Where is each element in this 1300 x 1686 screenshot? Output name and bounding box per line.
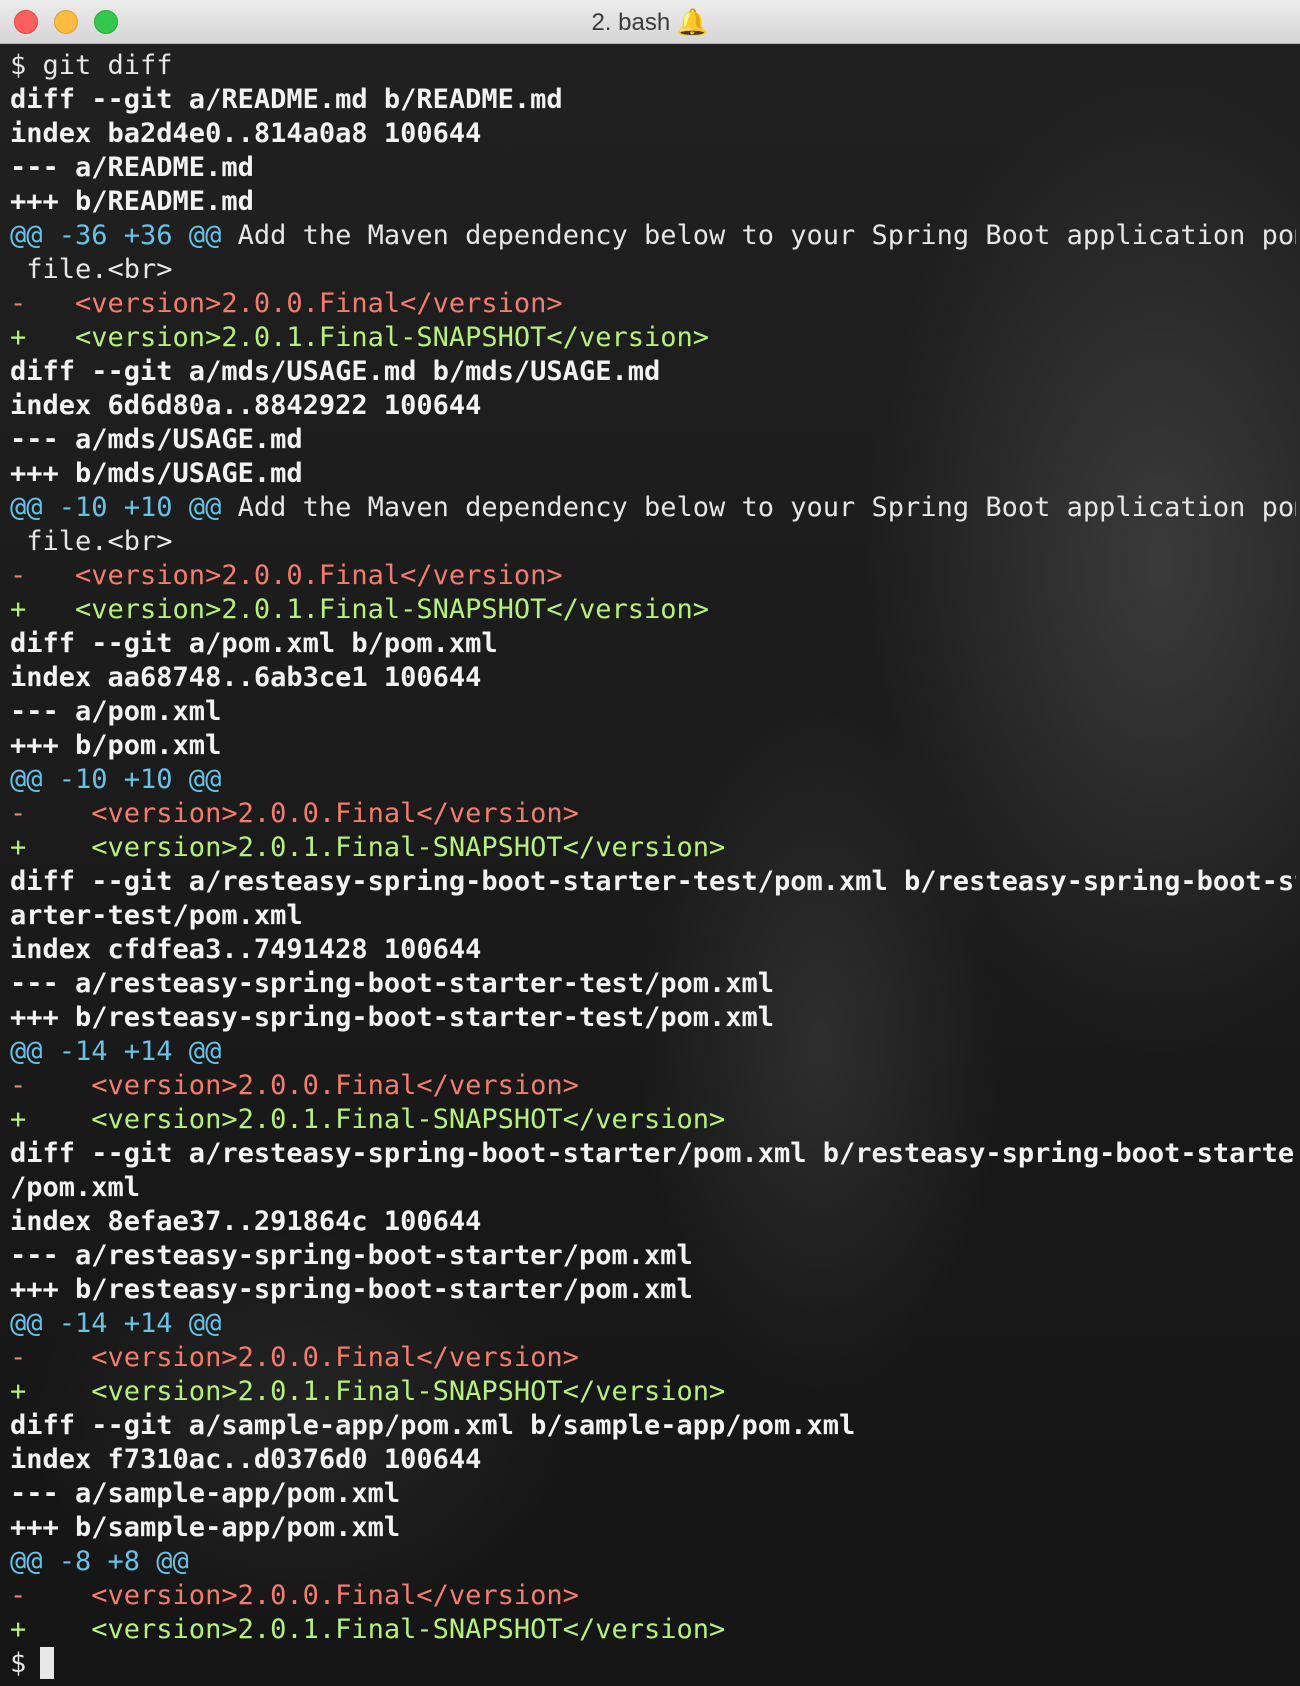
hunk-header-line: @@ -14 +14 @@: [10, 1035, 1296, 1069]
hunk-range: @@ -14 +14 @@: [10, 1036, 222, 1067]
diff-header-line: index 6d6d80a..8842922 100644: [10, 390, 482, 421]
diff-header-line: index ba2d4e0..814a0a8 100644: [10, 118, 482, 149]
diff-header-line: +++ b/README.md: [10, 186, 254, 217]
terminal-output[interactable]: $ git diff diff --git a/README.md b/READM…: [0, 44, 1300, 1686]
diff-header-line: /pom.xml: [10, 1172, 141, 1203]
hunk-context: Add the Maven dependency below to your S…: [221, 492, 1296, 523]
hunk-range: @@ -8 +8 @@: [10, 1546, 189, 1577]
removed-line: - <version>2.0.0.Final</version>: [10, 1342, 579, 1373]
removed-line: - <version>2.0.0.Final</version>: [10, 798, 579, 829]
diff-header-line: diff --git a/sample-app/pom.xml b/sample…: [10, 1410, 856, 1441]
diff-header-line: --- a/sample-app/pom.xml: [10, 1478, 401, 1509]
title-bar[interactable]: 2. bash 🔔: [0, 0, 1300, 44]
diff-header-line: +++ b/mds/USAGE.md: [10, 458, 303, 489]
diff-header-line: --- a/resteasy-spring-boot-starter-test/…: [10, 968, 775, 999]
hunk-header-line: @@ -8 +8 @@: [10, 1545, 1296, 1579]
command-line: $ git diff: [10, 50, 173, 81]
diff-header-line: +++ b/resteasy-spring-boot-starter-test/…: [10, 1002, 775, 1033]
diff-header-line: diff --git a/mds/USAGE.md b/mds/USAGE.md: [10, 356, 661, 387]
diff-header-line: --- a/resteasy-spring-boot-starter/pom.x…: [10, 1240, 693, 1271]
hunk-range: @@ -10 +10 @@: [10, 764, 222, 795]
hunk-header-line: @@ -10 +10 @@: [10, 763, 1296, 797]
diff-header-line: --- a/README.md: [10, 152, 254, 183]
hunk-range: @@ -36 +36 @@: [10, 220, 222, 251]
diff-header-line: diff --git a/pom.xml b/pom.xml: [10, 628, 498, 659]
prompt-symbol: $: [10, 1648, 27, 1679]
terminal-window: 2. bash 🔔 $ git diff diff --git a/README.m…: [0, 0, 1300, 1686]
context-line: file.<br>: [10, 254, 173, 285]
window-title-text: 2. bash: [591, 9, 671, 36]
diff-header-line: +++ b/pom.xml: [10, 730, 222, 761]
diff-header-line: +++ b/sample-app/pom.xml: [10, 1512, 401, 1543]
hunk-range: @@ -14 +14 @@: [10, 1308, 222, 1339]
diff-header-line: +++ b/resteasy-spring-boot-starter/pom.x…: [10, 1274, 693, 1305]
hunk-header-line: @@ -36 +36 @@ Add the Maven dependency b…: [10, 219, 1296, 253]
terminal-lines: $ git diff diff --git a/README.md b/READM…: [10, 49, 1296, 1681]
added-line: + <version>2.0.1.Final-SNAPSHOT</version…: [10, 1104, 726, 1135]
added-line: + <version>2.0.1.Final-SNAPSHOT</version…: [10, 594, 709, 625]
diff-header-line: diff --git a/resteasy-spring-boot-starte…: [10, 866, 1296, 897]
context-line: file.<br>: [10, 526, 173, 557]
diff-header-line: arter-test/pom.xml: [10, 900, 303, 931]
added-line: + <version>2.0.1.Final-SNAPSHOT</version…: [10, 322, 709, 353]
hunk-header-line: @@ -14 +14 @@: [10, 1307, 1296, 1341]
bell-icon: 🔔: [676, 7, 709, 37]
diff-header-line: diff --git a/README.md b/README.md: [10, 84, 563, 115]
added-line: + <version>2.0.1.Final-SNAPSHOT</version…: [10, 1614, 726, 1645]
removed-line: - <version>2.0.0.Final</version>: [10, 560, 563, 591]
diff-header-line: index 8efae37..291864c 100644: [10, 1206, 482, 1237]
diff-header-line: --- a/mds/USAGE.md: [10, 424, 303, 455]
hunk-context: Add the Maven dependency below to your S…: [221, 220, 1296, 251]
shell-prompt[interactable]: $: [10, 1647, 1296, 1681]
diff-header-line: index aa68748..6ab3ce1 100644: [10, 662, 482, 693]
text-cursor: [40, 1647, 55, 1679]
diff-header-line: index f7310ac..d0376d0 100644: [10, 1444, 482, 1475]
added-line: + <version>2.0.1.Final-SNAPSHOT</version…: [10, 1376, 726, 1407]
hunk-range: @@ -10 +10 @@: [10, 492, 222, 523]
removed-line: - <version>2.0.0.Final</version>: [10, 1580, 579, 1611]
window-title: 2. bash 🔔: [0, 0, 1300, 44]
hunk-header-line: @@ -10 +10 @@ Add the Maven dependency b…: [10, 491, 1296, 525]
diff-header-line: --- a/pom.xml: [10, 696, 222, 727]
added-line: + <version>2.0.1.Final-SNAPSHOT</version…: [10, 832, 726, 863]
removed-line: - <version>2.0.0.Final</version>: [10, 288, 563, 319]
diff-header-line: index cfdfea3..7491428 100644: [10, 934, 482, 965]
removed-line: - <version>2.0.0.Final</version>: [10, 1070, 579, 1101]
diff-header-line: diff --git a/resteasy-spring-boot-starte…: [10, 1138, 1296, 1169]
